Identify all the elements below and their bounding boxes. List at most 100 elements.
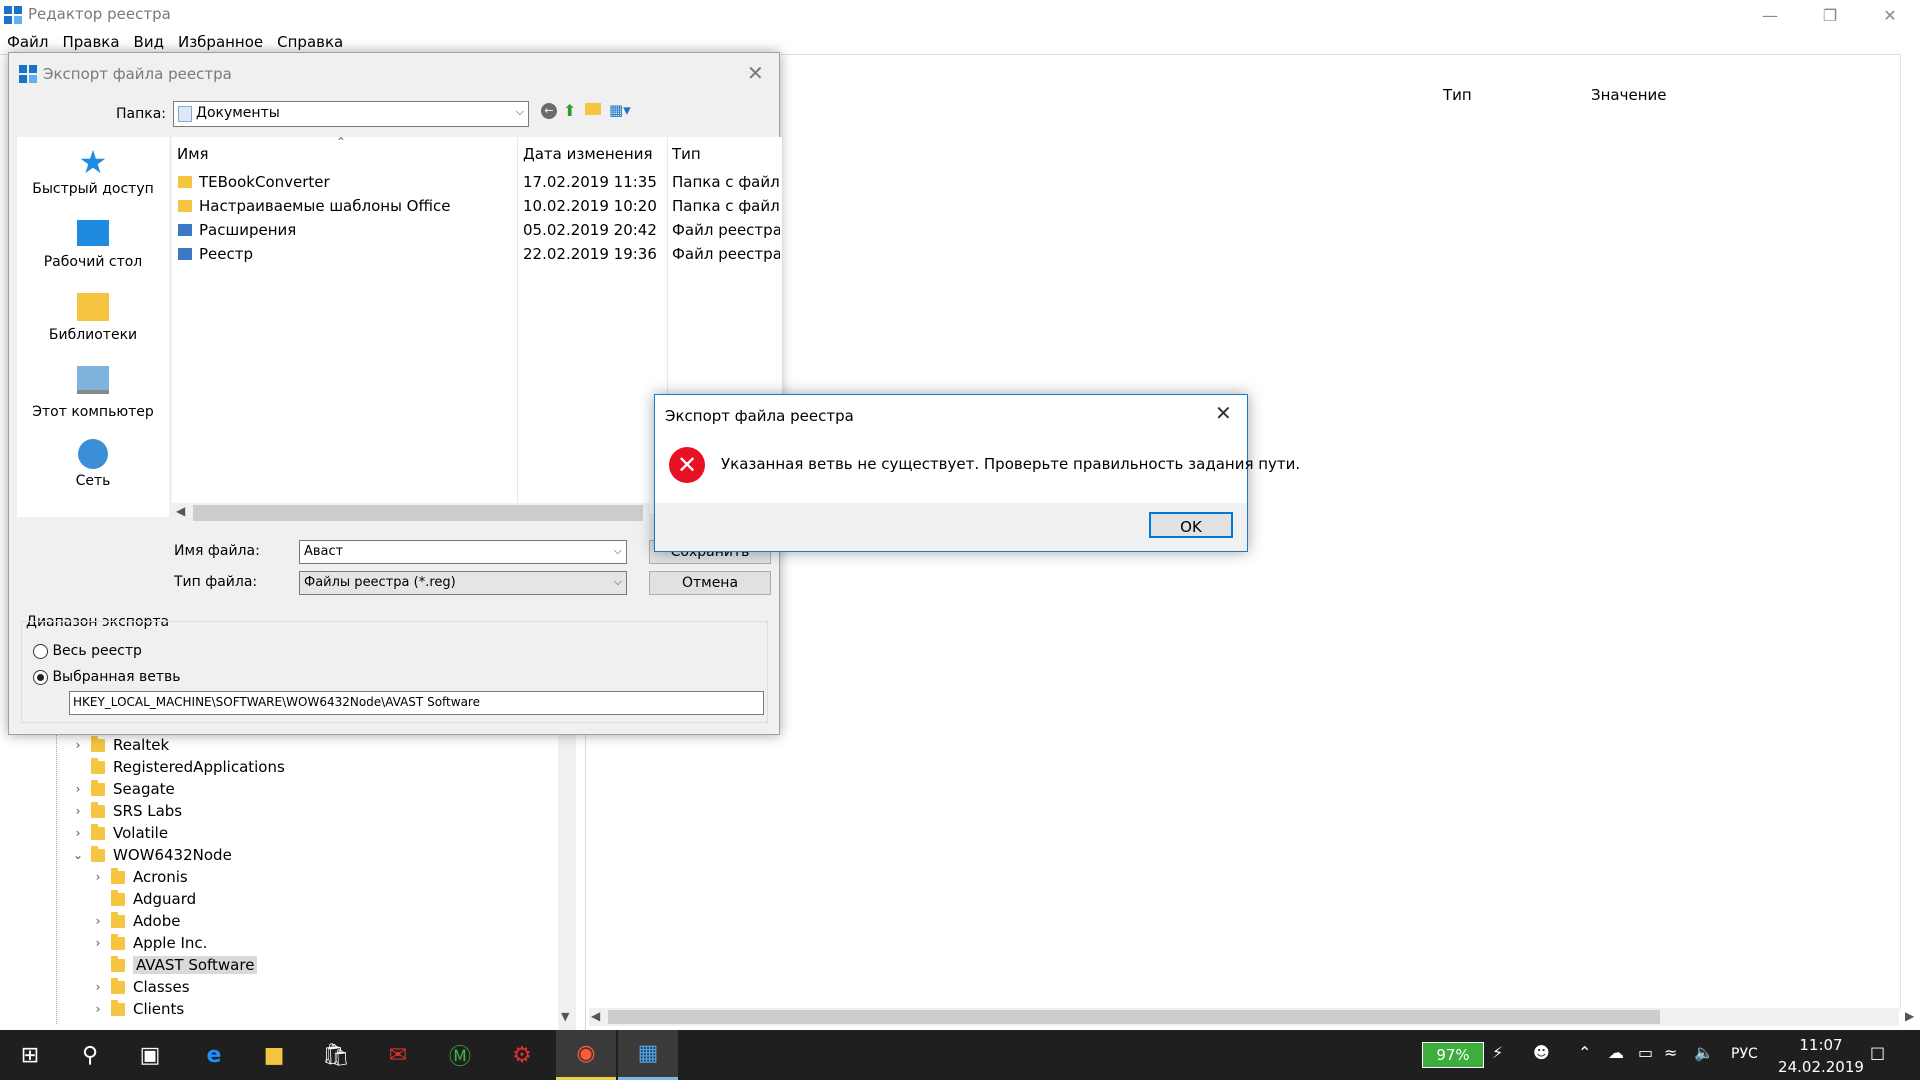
scroll-thumb[interactable] <box>193 505 643 521</box>
battery-icon[interactable]: ▭ <box>1638 1043 1653 1062</box>
tree-node[interactable]: › Acronis <box>91 866 188 888</box>
folder-select[interactable]: Документы ⌵ <box>173 101 529 127</box>
branch-path-input[interactable]: HKEY_LOCAL_MACHINE\SOFTWARE\WOW6432Node\… <box>69 691 764 715</box>
language-indicator[interactable]: РУС <box>1731 1046 1758 1062</box>
chevron-right-icon[interactable]: › <box>91 1002 105 1016</box>
clock-date[interactable]: 24.02.2019 <box>1776 1058 1866 1076</box>
back-icon[interactable]: ← <box>541 103 557 119</box>
place-desktop[interactable]: Рабочий стол <box>17 220 169 270</box>
store-button[interactable]: 🛍 <box>306 1030 366 1080</box>
column-name[interactable]: Имя <box>177 145 209 163</box>
close-button[interactable]: ✕ <box>1860 0 1920 30</box>
chevron-down-icon[interactable]: ⌄ <box>71 848 85 862</box>
filename-input[interactable]: Аваст ⌵ <box>299 540 627 564</box>
radio-branch[interactable] <box>33 669 48 685</box>
chevron-right-icon[interactable]: › <box>91 914 105 928</box>
filetype-select[interactable]: Файлы реестра (*.reg) ⌵ <box>299 571 627 595</box>
edge-button[interactable]: e <box>184 1030 244 1080</box>
menu-favorites[interactable]: Избранное <box>171 30 270 54</box>
tree-node[interactable]: Adguard <box>91 888 196 910</box>
restore-button[interactable]: ❐ <box>1800 0 1860 30</box>
menu-file[interactable]: Файл <box>0 30 55 54</box>
up-folder-icon[interactable]: ⬆ <box>563 101 576 120</box>
place-this-pc[interactable]: Этот компьютер <box>17 366 169 420</box>
task-view-button[interactable]: ▣ <box>120 1030 180 1080</box>
mail-button[interactable]: ✉ <box>368 1030 428 1080</box>
tree-scrollbar[interactable]: ▼ <box>558 730 576 1030</box>
column-type[interactable]: Тип <box>1443 86 1472 104</box>
scroll-left-icon[interactable]: ◀ <box>591 1009 600 1023</box>
file-row[interactable]: Реестр 22.02.2019 19:36 Файл реестра <box>172 243 782 267</box>
radio-all[interactable] <box>33 643 48 659</box>
volume-icon[interactable]: 🔈 <box>1694 1043 1714 1062</box>
search-button[interactable]: ⚲ <box>60 1030 120 1080</box>
column-value[interactable]: Значение <box>1591 86 1667 104</box>
onedrive-icon[interactable]: ☁ <box>1608 1043 1624 1062</box>
clock-time[interactable]: 11:07 <box>1791 1036 1851 1054</box>
utorrent-button[interactable]: Ⓜ <box>430 1030 490 1080</box>
chevron-right-icon[interactable]: › <box>71 782 85 796</box>
scroll-right-icon[interactable]: ▶ <box>1905 1009 1914 1023</box>
place-quick-access[interactable]: ★ Быстрый доступ <box>17 146 169 197</box>
chevron-right-icon[interactable]: › <box>71 738 85 752</box>
dialog-close-button[interactable]: ✕ <box>747 61 764 85</box>
chevron-down-icon: ⌵ <box>613 575 622 588</box>
tree-node[interactable]: › Volatile <box>71 822 168 844</box>
chevron-down-icon[interactable]: ⌵ <box>614 544 622 558</box>
place-libraries[interactable]: Библиотеки <box>17 293 169 343</box>
chevron-up-icon[interactable]: ⌃ <box>1578 1043 1591 1062</box>
battery-indicator[interactable]: 97% <box>1422 1042 1484 1068</box>
tree-node[interactable]: › Adobe <box>91 910 180 932</box>
tree-node[interactable]: RegisteredApplications <box>71 756 285 778</box>
people-icon[interactable]: ☻ <box>1533 1043 1550 1062</box>
column-date[interactable]: Дата изменения <box>523 145 653 163</box>
ok-button[interactable]: OK <box>1149 512 1233 538</box>
tree-node[interactable]: › Realtek <box>71 734 169 756</box>
tree-node[interactable]: › Apple Inc. <box>91 932 207 954</box>
range-all-option[interactable]: Весь реестр <box>33 643 142 659</box>
file-row[interactable]: TEBookConverter 17.02.2019 11:35 Папка с ф… <box>172 171 782 195</box>
chevron-right-icon[interactable]: › <box>91 870 105 884</box>
store-icon: 🛍 <box>322 1042 350 1068</box>
menu-view[interactable]: Вид <box>127 30 171 54</box>
tree-node[interactable]: › Seagate <box>71 778 175 800</box>
column-type[interactable]: Тип <box>672 145 701 163</box>
tree-node-label: Adobe <box>133 912 181 930</box>
tree-node-label: AVAST Software <box>133 956 258 974</box>
tree-node[interactable]: AVAST Software <box>91 954 258 976</box>
chevron-right-icon[interactable]: › <box>71 826 85 840</box>
range-branch-option[interactable]: Выбранная ветвь <box>33 669 181 685</box>
scroll-down-icon[interactable]: ▼ <box>561 1010 569 1023</box>
minimize-button[interactable]: — <box>1740 0 1800 30</box>
explorer-button[interactable]: ■ <box>244 1030 304 1080</box>
tree-node-label: Volatile <box>113 824 169 842</box>
app-button[interactable]: ◉ <box>556 1030 616 1080</box>
wifi-icon[interactable]: ≈ <box>1664 1043 1677 1062</box>
scroll-thumb[interactable] <box>608 1010 1660 1024</box>
antivirus-button[interactable]: ⚙ <box>492 1030 552 1080</box>
file-row[interactable]: Настраиваемые шаблоны Office 10.02.2019 1… <box>172 195 782 219</box>
regedit-taskbar-button[interactable]: ▦ <box>618 1030 678 1080</box>
chevron-right-icon[interactable]: › <box>71 804 85 818</box>
tree-node[interactable]: › Classes <box>91 976 190 998</box>
view-menu-icon[interactable]: ▦▾ <box>609 101 631 119</box>
error-message: Указанная ветвь не существует. Проверьте… <box>721 455 1301 473</box>
chevron-right-icon[interactable]: › <box>91 980 105 994</box>
start-button[interactable]: ⊞ <box>0 1030 60 1080</box>
tree-node[interactable]: ⌄ WOW6432Node <box>71 844 232 866</box>
regedit-icon <box>4 6 22 24</box>
menu-edit[interactable]: Правка <box>55 30 126 54</box>
scroll-left-icon[interactable]: ◀ <box>176 504 185 518</box>
file-row[interactable]: Расширения 05.02.2019 20:42 Файл реестра <box>172 219 782 243</box>
action-center-icon[interactable]: □ <box>1870 1043 1885 1062</box>
values-vertical-scrollbar[interactable] <box>1900 54 1919 1010</box>
tree-node[interactable]: › SRS Labs <box>71 800 182 822</box>
menu-help[interactable]: Справка <box>270 30 350 54</box>
cancel-button[interactable]: Отмена <box>649 571 771 595</box>
power-plug-icon[interactable]: ⚡ <box>1492 1043 1503 1062</box>
chevron-right-icon[interactable]: › <box>91 936 105 950</box>
new-folder-icon[interactable] <box>585 103 601 115</box>
tree-node[interactable]: › Clients <box>91 998 184 1020</box>
place-network[interactable]: Сеть <box>17 439 169 489</box>
error-close-button[interactable]: ✕ <box>1215 401 1232 425</box>
